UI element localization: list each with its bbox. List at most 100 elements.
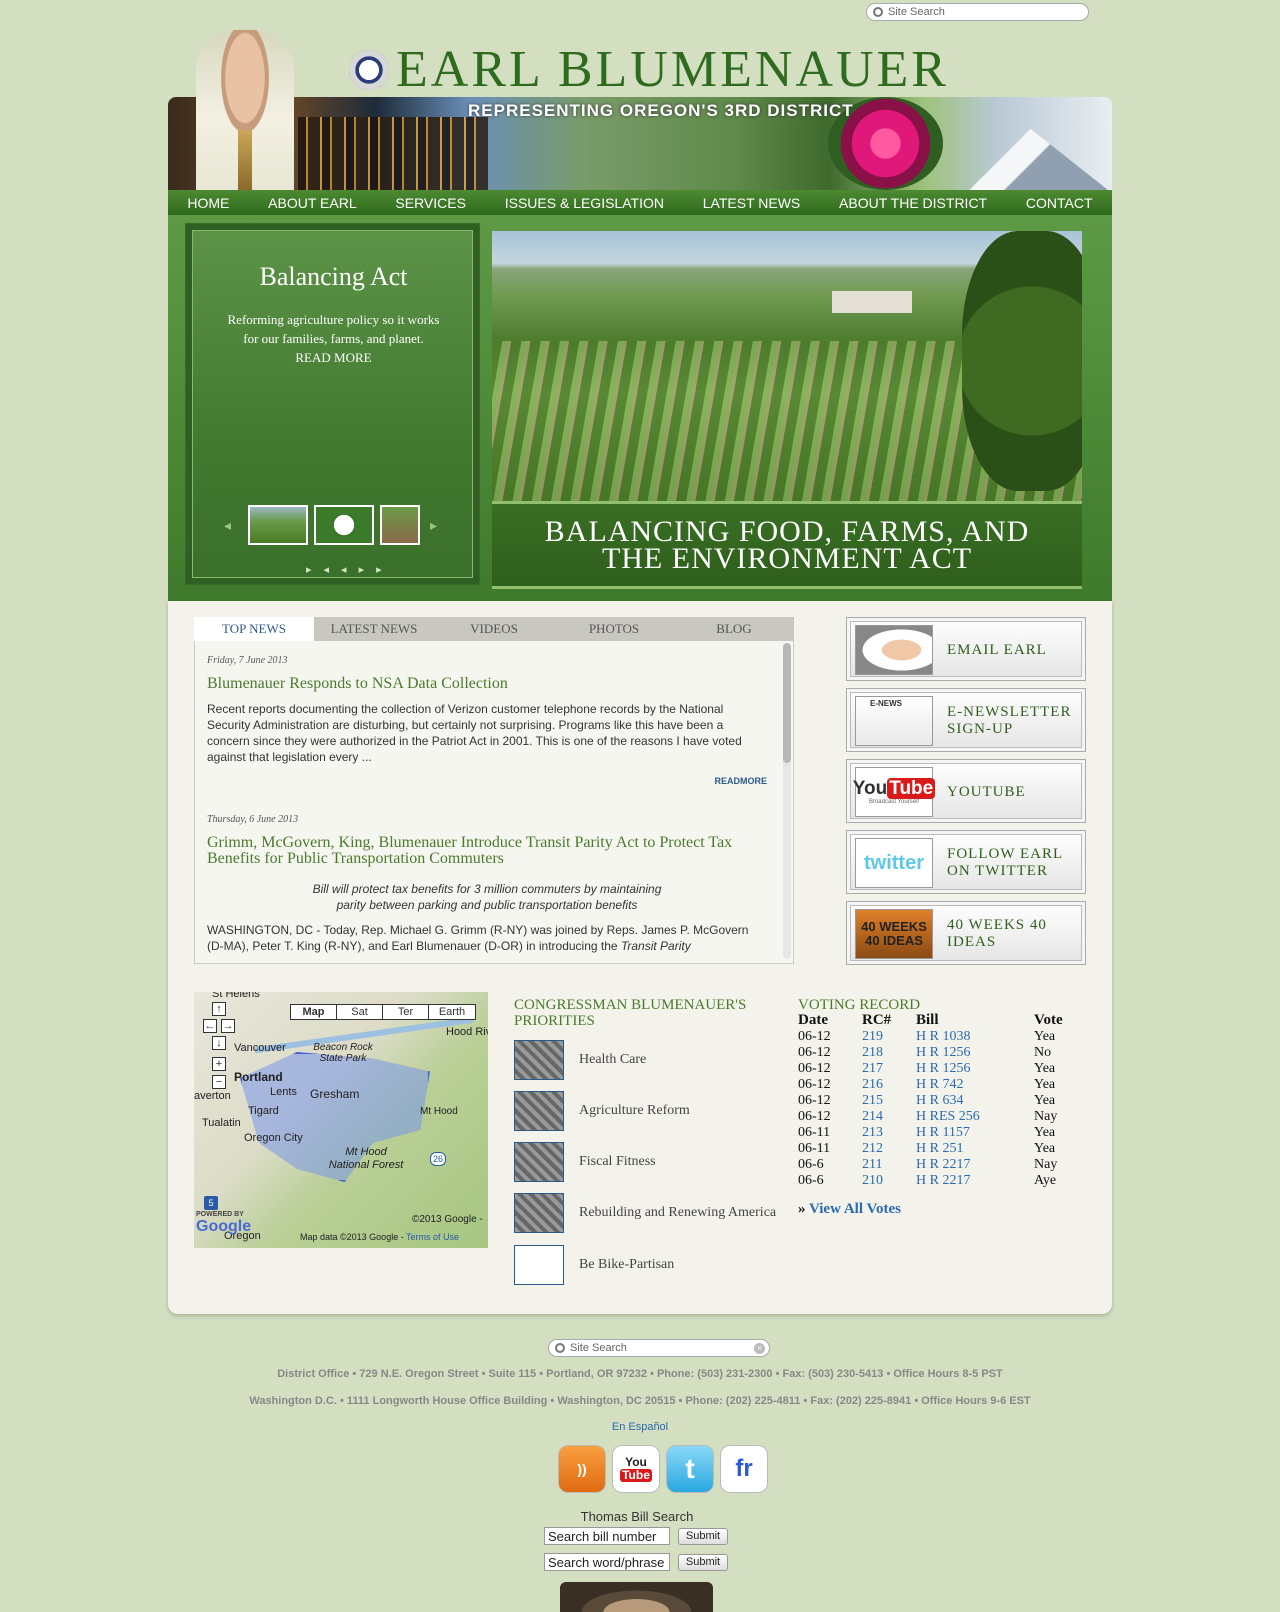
- priority-label: Fiscal Fitness: [579, 1154, 656, 1169]
- pan-up-icon[interactable]: ↑: [212, 1002, 226, 1016]
- vote-rc-link[interactable]: 210: [862, 1173, 916, 1189]
- vote-bill-link[interactable]: H RES 256: [916, 1109, 1034, 1125]
- hero-caption[interactable]: BALANCING FOOD, FARMS, AND THE ENVIRONME…: [492, 501, 1082, 589]
- enewsletter-button[interactable]: E-NEWS E-NEWSLETTER SIGN-UP: [846, 688, 1086, 752]
- news-scrollbar[interactable]: [783, 643, 791, 959]
- clear-search-icon[interactable]: ×: [754, 1343, 765, 1354]
- view-all-votes-link[interactable]: » View All Votes: [798, 1201, 901, 1218]
- youtube-icon[interactable]: You Tube: [612, 1445, 660, 1493]
- vineyard-photo[interactable]: [492, 231, 1082, 501]
- vote-bill-link[interactable]: H R 2217: [916, 1173, 1034, 1189]
- nav-about-district[interactable]: ABOUT THE DISTRICT: [839, 195, 987, 211]
- nav-about-earl[interactable]: ABOUT EARL: [268, 195, 356, 211]
- vote-rc-link[interactable]: 214: [862, 1109, 916, 1125]
- news-headline[interactable]: Blumenauer Responds to NSA Data Collecti…: [207, 676, 777, 692]
- word-phrase-submit-button[interactable]: Submit: [678, 1553, 728, 1571]
- terms-of-use-link[interactable]: Terms of Use: [406, 1232, 459, 1242]
- vote-bill-link[interactable]: H R 1038: [916, 1029, 1034, 1045]
- zoom-out-icon[interactable]: −: [212, 1075, 226, 1089]
- vote-rc-link[interactable]: 216: [862, 1077, 916, 1093]
- site-search-placeholder: Site Search: [888, 6, 945, 18]
- vote-rc-link[interactable]: 212: [862, 1141, 916, 1157]
- tab-blog[interactable]: BLOG: [674, 617, 794, 641]
- vote-date: 06-6: [798, 1157, 824, 1172]
- footer-search-input[interactable]: Site Search ×: [548, 1339, 770, 1357]
- rss-icon[interactable]: )): [558, 1445, 606, 1493]
- twitter-icon[interactable]: t: [666, 1445, 714, 1493]
- pan-down-icon[interactable]: ↓: [212, 1036, 226, 1050]
- vote-bill-link[interactable]: H R 1157: [916, 1125, 1034, 1141]
- bill-number-submit-button[interactable]: Submit: [678, 1527, 728, 1545]
- district-office-info: District Office • 729 N.E. Oregon Street…: [277, 1368, 1003, 1380]
- tab-videos[interactable]: VIDEOS: [434, 617, 554, 641]
- youtube-label: YOUTUBE: [947, 783, 1026, 800]
- priority-fiscal-fitness[interactable]: Fiscal Fitness: [514, 1142, 804, 1182]
- vote-bill-link[interactable]: H R 742: [916, 1077, 1034, 1093]
- district-map[interactable]: Map Sat Ter Earth ↑ ← → ↓ + − St Helens …: [194, 992, 488, 1248]
- news-body-italic: Transit Parity: [620, 939, 691, 953]
- thomas-bill-search-title: Thomas Bill Search: [580, 1509, 694, 1524]
- tab-latest-news[interactable]: LATEST NEWS: [314, 617, 434, 641]
- news-subhead-line2: parity between parking and public transp…: [336, 898, 638, 912]
- priority-label: Be Bike-Partisan: [579, 1257, 675, 1272]
- thumbnail-vineyard[interactable]: [248, 505, 308, 545]
- word-phrase-input[interactable]: [544, 1553, 670, 1571]
- fast-forward-icon[interactable]: ▸▸: [359, 564, 394, 576]
- forty-ideas-button[interactable]: 40 WEEKS 40 IDEAS 40 WEEKS 40 IDEAS: [846, 901, 1086, 965]
- zoom-in-icon[interactable]: +: [212, 1057, 226, 1071]
- col-vote: Vote: [1034, 1012, 1063, 1028]
- vote-rc-link[interactable]: 217: [862, 1061, 916, 1077]
- play-icon[interactable]: ▸: [306, 564, 324, 576]
- vote-bill-link[interactable]: H R 634: [916, 1093, 1034, 1109]
- vote-rc-link[interactable]: 219: [862, 1029, 916, 1045]
- map-type-ter[interactable]: Ter: [383, 1005, 429, 1019]
- feature-text[interactable]: Reforming agriculture policy so it works…: [226, 310, 441, 367]
- nav-latest-news[interactable]: LATEST NEWS: [703, 195, 801, 211]
- news-headline[interactable]: Grimm, McGovern, King, Blumenauer Introd…: [207, 835, 777, 867]
- tab-photos[interactable]: PHOTOS: [554, 617, 674, 641]
- feature-title: Balancing Act: [259, 262, 408, 291]
- site-search-input[interactable]: Site Search: [866, 3, 1089, 21]
- nav-home[interactable]: HOME: [187, 195, 229, 211]
- thumbs-prev-icon[interactable]: ◂: [224, 517, 231, 534]
- twitter-button[interactable]: twitter FOLLOW EARL ON TWITTER: [846, 830, 1086, 894]
- priority-rebuilding-america[interactable]: Rebuilding and Renewing America: [514, 1193, 804, 1233]
- nav-services[interactable]: SERVICES: [395, 195, 466, 211]
- priority-health-care[interactable]: Health Care: [514, 1040, 804, 1080]
- tab-top-news[interactable]: TOP NEWS: [194, 617, 314, 641]
- vote-rc-link[interactable]: 211: [862, 1157, 916, 1173]
- thumbnail-farm[interactable]: [380, 505, 420, 545]
- vote-rc-link[interactable]: 215: [862, 1093, 916, 1109]
- thumbnail-leaf[interactable]: [314, 505, 374, 545]
- pan-right-icon[interactable]: →: [221, 1019, 235, 1033]
- vote-rc-link[interactable]: 213: [862, 1125, 916, 1141]
- map-type-sat[interactable]: Sat: [337, 1005, 383, 1019]
- vote-date: 06-12: [798, 1077, 831, 1092]
- vote-bill-link[interactable]: H R 2217: [916, 1157, 1034, 1173]
- agriculture-thumbnail: [514, 1091, 564, 1131]
- espanol-link[interactable]: En Español: [0, 1421, 1280, 1433]
- priority-agriculture-reform[interactable]: Agriculture Reform: [514, 1091, 804, 1131]
- vote-bill-link[interactable]: H R 1256: [916, 1061, 1034, 1077]
- social-icons: )) You Tube t fr: [558, 1445, 768, 1493]
- map-data-text: Map data ©2013 Google -: [300, 1232, 404, 1242]
- bill-number-input[interactable]: [544, 1527, 670, 1545]
- vote-bill-link[interactable]: H R 251: [916, 1141, 1034, 1157]
- email-earl-button[interactable]: EMAIL EARL: [846, 617, 1086, 681]
- pan-left-icon[interactable]: ←: [203, 1019, 217, 1033]
- priority-bike-partisan[interactable]: Be Bike-Partisan: [514, 1245, 804, 1285]
- health-care-thumbnail: [514, 1040, 564, 1080]
- map-type-earth[interactable]: Earth: [429, 1005, 475, 1019]
- read-more-link[interactable]: READMORE: [714, 776, 767, 786]
- vote-rc-link[interactable]: 218: [862, 1045, 916, 1061]
- flickr-icon[interactable]: fr: [720, 1445, 768, 1493]
- youtube-button[interactable]: You Tube Broadcast Yourself YOUTUBE: [846, 759, 1086, 823]
- map-type-map[interactable]: Map: [291, 1005, 337, 1019]
- thumbs-next-icon[interactable]: ▸: [430, 517, 437, 534]
- nav-contact[interactable]: CONTACT: [1026, 195, 1093, 211]
- nav-issues-legislation[interactable]: ISSUES & LEGISLATION: [505, 195, 664, 211]
- vote-value: Yea: [1034, 1093, 1056, 1108]
- vote-bill-link[interactable]: H R 1256: [916, 1045, 1034, 1061]
- rewind-icon[interactable]: ◂◂: [324, 564, 359, 576]
- newsletter-icon-text: E-NEWS: [870, 699, 902, 708]
